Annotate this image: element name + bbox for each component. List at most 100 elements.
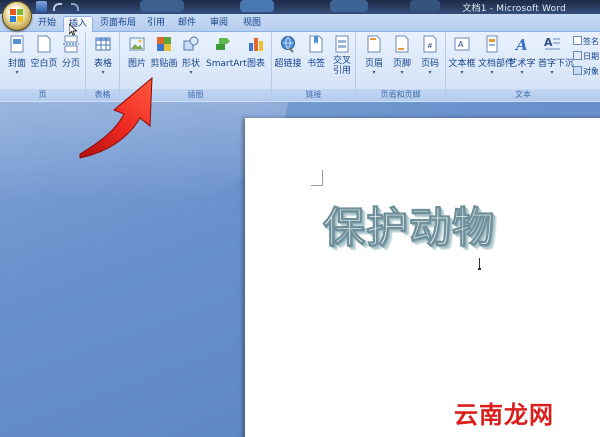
blank-page-icon bbox=[37, 35, 51, 53]
date-time-button[interactable]: 日期 bbox=[573, 51, 599, 62]
background-window-blob bbox=[330, 0, 368, 12]
smartart-icon bbox=[216, 38, 230, 50]
group-header-footer: 页眉 ▾ 页脚 ▾ # 页码 ▾ 页眉和页脚 bbox=[356, 32, 446, 102]
dropdown-arrow-icon: ▾ bbox=[520, 69, 524, 76]
wordart-text[interactable]: 保护动物 bbox=[322, 194, 495, 255]
wordart-button[interactable]: A 艺术字 ▾ bbox=[508, 35, 536, 87]
dropdown-arrow-icon: ▾ bbox=[189, 69, 193, 76]
cross-reference-label: 交叉 引用 bbox=[332, 56, 351, 76]
dropdown-arrow-icon: ▾ bbox=[400, 69, 404, 76]
tab-page-layout[interactable]: 页面布局 bbox=[98, 16, 138, 32]
tab-insert[interactable]: 插入 bbox=[63, 16, 93, 33]
background-window-blob bbox=[140, 0, 184, 12]
text-cursor-base bbox=[478, 268, 481, 270]
watermark-part1: 云南 bbox=[454, 401, 504, 429]
date-time-icon bbox=[573, 51, 582, 60]
wordart-icon: A bbox=[514, 36, 528, 53]
dropdown-arrow-icon: ▾ bbox=[372, 69, 376, 76]
svg-text:A: A bbox=[458, 40, 464, 49]
smartart-label: SmartArt bbox=[206, 59, 247, 69]
blank-page-label: 空白页 bbox=[30, 59, 58, 69]
save-icon[interactable] bbox=[36, 1, 47, 12]
group-text: A 文本框 ▾ 文档部件 ▾ A 艺术字 ▾ A 首字下沉 ▾ 签名 日期 对象… bbox=[446, 32, 600, 102]
text-box-button[interactable]: A 文本框 ▾ bbox=[448, 35, 476, 87]
date-time-label: 日期 bbox=[583, 52, 599, 61]
tab-references[interactable]: 引用 bbox=[143, 16, 169, 32]
tab-home[interactable]: 开始 bbox=[33, 16, 61, 32]
text-box-label: 文本框 bbox=[448, 59, 476, 69]
footer-button[interactable]: 页脚 ▾ bbox=[388, 35, 416, 87]
dropdown-arrow-icon: ▾ bbox=[428, 69, 432, 76]
dropdown-arrow-icon: ▾ bbox=[460, 69, 464, 76]
margin-corner-mark bbox=[311, 170, 323, 186]
quick-parts-button[interactable]: 文档部件 ▾ bbox=[478, 35, 515, 87]
watermark-part2: 龙网 bbox=[504, 401, 554, 429]
office-logo-icon bbox=[10, 9, 24, 23]
document-page[interactable]: 保护动物 bbox=[245, 118, 600, 437]
site-watermark: 云南龙网 bbox=[454, 395, 554, 430]
undo-icon[interactable] bbox=[52, 1, 62, 12]
background-window-blob bbox=[240, 0, 274, 12]
picture-label: 图片 bbox=[127, 59, 146, 69]
clip-art-label: 剪贴画 bbox=[150, 59, 178, 69]
object-label: 对象 bbox=[583, 67, 599, 76]
signature-line-button[interactable]: 签名 bbox=[573, 36, 599, 47]
svg-text:#: # bbox=[427, 42, 433, 50]
group-links: 超链接 书签 交叉 引用 链接 bbox=[272, 32, 356, 102]
quick-parts-icon bbox=[486, 35, 498, 53]
chart-button[interactable]: 图表 bbox=[242, 35, 270, 87]
cross-reference-button[interactable]: 交叉 引用 bbox=[328, 35, 356, 87]
table-icon bbox=[95, 37, 111, 51]
background-window-blob bbox=[410, 0, 440, 12]
footer-label: 页脚 bbox=[392, 59, 411, 69]
blank-page-button[interactable]: 空白页 bbox=[30, 35, 58, 87]
cross-reference-icon bbox=[335, 35, 349, 53]
title-bar: 文档1 - Microsoft Word bbox=[0, 0, 600, 14]
wordart-label: 艺术字 bbox=[508, 59, 536, 69]
bookmark-button[interactable]: 书签 bbox=[302, 35, 330, 87]
ribbon-tab-strip: 开始 插入 页面布局 引用 邮件 审阅 视图 bbox=[0, 14, 600, 33]
dropdown-arrow-icon: ▾ bbox=[15, 69, 19, 76]
shapes-button[interactable]: 形状 ▾ bbox=[177, 35, 205, 87]
clip-art-icon bbox=[157, 37, 171, 51]
header-label: 页眉 bbox=[364, 59, 383, 69]
bookmark-icon bbox=[309, 35, 323, 53]
group-text-label: 文本 bbox=[446, 89, 600, 101]
page-break-label: 分页 bbox=[61, 59, 80, 69]
header-button[interactable]: 页眉 ▾ bbox=[360, 35, 388, 87]
tab-review[interactable]: 审阅 bbox=[206, 16, 232, 32]
chart-icon bbox=[249, 38, 263, 51]
page-number-button[interactable]: # 页码 ▾ bbox=[416, 35, 444, 87]
redo-icon[interactable] bbox=[70, 1, 79, 12]
drop-cap-label: 首字下沉 bbox=[538, 59, 575, 69]
drop-cap-icon: A bbox=[544, 36, 560, 50]
page-break-icon bbox=[63, 35, 79, 53]
quick-parts-label: 文档部件 bbox=[478, 59, 515, 69]
svg-text:A: A bbox=[544, 36, 553, 49]
office-button[interactable] bbox=[2, 1, 32, 31]
group-header-footer-label: 页眉和页脚 bbox=[356, 89, 445, 101]
tab-view[interactable]: 视图 bbox=[239, 16, 265, 32]
drop-cap-button[interactable]: A 首字下沉 ▾ bbox=[538, 35, 575, 87]
page-number-icon: # bbox=[423, 35, 437, 53]
object-button[interactable]: 对象 bbox=[573, 66, 599, 77]
cover-page-icon bbox=[10, 35, 24, 53]
picture-icon bbox=[129, 37, 145, 51]
tab-mailings[interactable]: 邮件 bbox=[174, 16, 200, 32]
cover-page-button[interactable]: 封面 ▾ bbox=[3, 35, 31, 87]
footer-icon bbox=[395, 35, 409, 53]
table-label: 表格 bbox=[93, 59, 112, 69]
smartart-button[interactable]: SmartArt bbox=[206, 35, 247, 87]
shapes-icon bbox=[183, 36, 199, 51]
shapes-label: 形状 bbox=[181, 59, 200, 69]
header-icon bbox=[367, 35, 381, 53]
cover-page-label: 封面 bbox=[7, 59, 26, 69]
hyperlink-button[interactable]: 超链接 bbox=[274, 35, 302, 87]
page-number-label: 页码 bbox=[420, 59, 439, 69]
signature-line-label: 签名 bbox=[583, 37, 599, 46]
object-icon bbox=[573, 66, 582, 75]
mouse-pointer-icon bbox=[69, 24, 77, 36]
text-box-icon: A bbox=[454, 37, 470, 51]
chart-label: 图表 bbox=[246, 59, 265, 69]
red-arrow-icon bbox=[79, 76, 153, 159]
